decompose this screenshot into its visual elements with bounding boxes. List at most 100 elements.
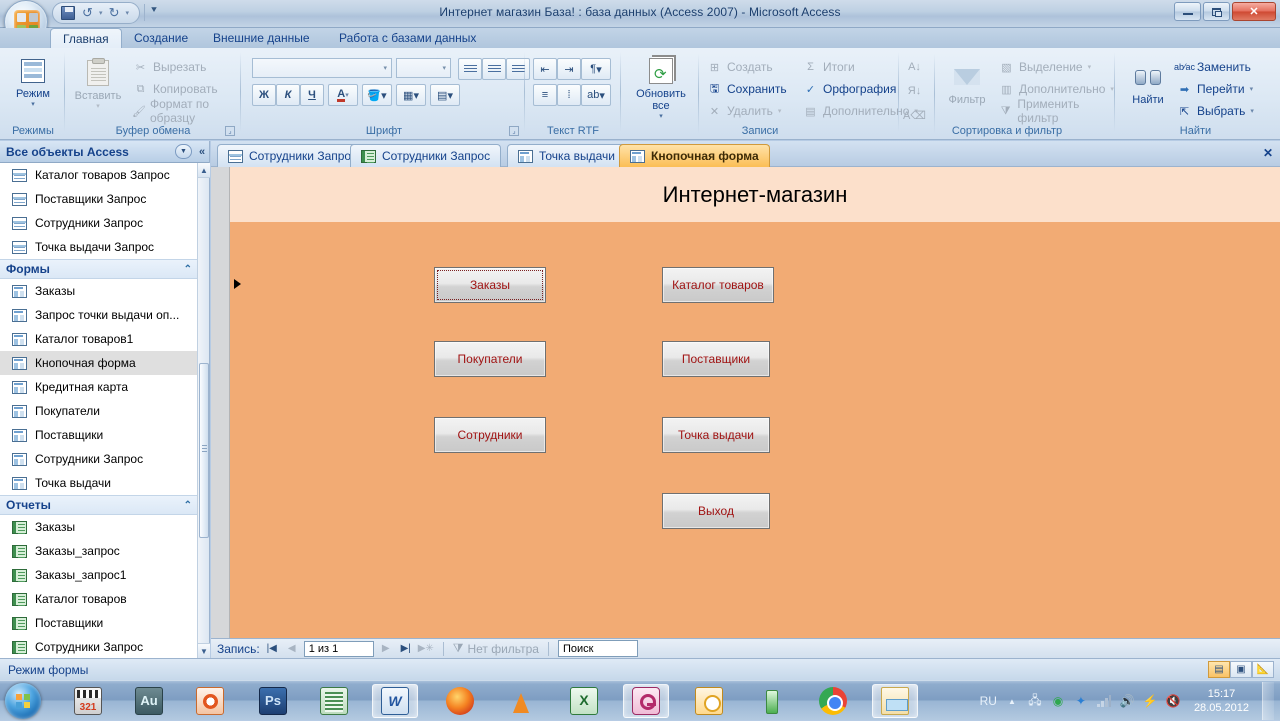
utorrent-icon[interactable]: ◉	[1050, 693, 1066, 709]
button-zakazy[interactable]: Заказы	[434, 267, 546, 303]
filter-status[interactable]: ⧩ Нет фильтра	[453, 641, 539, 656]
font-dialog-launcher[interactable]: ⌟	[509, 126, 519, 136]
replace-button[interactable]: ab⁄ac Заменить	[1174, 56, 1254, 78]
nav-item-report-katalog-tovarov[interactable]: Каталог товаров	[0, 587, 198, 611]
select-button[interactable]: ⇱ Выбрать ▾	[1176, 100, 1254, 122]
taskbar-explorer[interactable]	[872, 684, 918, 718]
chevron-up-icon[interactable]: ⌃	[184, 264, 192, 275]
last-record-icon[interactable]: ▶|	[398, 643, 414, 654]
scrollbar-thumb[interactable]	[199, 363, 209, 538]
alternate-fill-button[interactable]: ▤ ▾	[430, 84, 460, 106]
totals-button[interactable]: Σ Итоги	[802, 56, 918, 78]
customize-toolbar-icon[interactable]: ⯆	[150, 5, 158, 16]
nav-group-forms[interactable]: Формы ⌃	[0, 259, 198, 279]
taskbar-photoshop[interactable]	[250, 684, 296, 718]
record-selector-column[interactable]	[211, 167, 230, 638]
sort-descending-button[interactable]: Я↓	[906, 79, 923, 103]
doc-tab-tochka-vydachi[interactable]: Точка выдачи	[507, 144, 626, 167]
toggle-filter-button[interactable]: ⧩ Применить фильтр	[998, 97, 1114, 125]
nav-item-report-postavshiki[interactable]: Поставщики	[0, 611, 198, 635]
refresh-dropdown-icon[interactable]: ▾	[659, 112, 663, 120]
tab-vneshnie-dannye[interactable]: Внешние данные	[201, 28, 322, 48]
clock[interactable]: 15:17 28.05.2012	[1188, 687, 1255, 715]
font-color-button[interactable]: A ▾	[328, 84, 358, 106]
record-number-input[interactable]: 1 из 1	[303, 640, 374, 657]
restore-button[interactable]	[1203, 2, 1230, 21]
design-view-button[interactable]: 📐	[1252, 661, 1274, 678]
find-button[interactable]: Найти	[1124, 60, 1172, 106]
view-mode-button[interactable]: Режим ▾	[5, 54, 61, 108]
nav-item-report-sotrudniki-zapros[interactable]: Сотрудники Запрос	[0, 635, 198, 658]
taskbar-firefox[interactable]	[437, 684, 483, 718]
nav-item-query[interactable]: Каталог товаров Запрос	[0, 163, 198, 187]
align-center-button[interactable]	[482, 58, 506, 80]
chevron-down-icon[interactable]: ▾	[31, 100, 35, 108]
close-button[interactable]: ✕	[1232, 2, 1276, 21]
taskbar-adobe-audition[interactable]	[126, 684, 172, 718]
nav-item-form-zapros-tochki[interactable]: Запрос точки выдачи оп...	[0, 303, 198, 327]
new-record-button[interactable]: ⊞ Создать	[706, 56, 787, 78]
next-record-icon[interactable]: ▶	[378, 643, 394, 654]
taskbar-qip[interactable]	[748, 684, 794, 718]
double-chevron-left-icon[interactable]: «	[195, 146, 209, 158]
taskbar-powerpoint[interactable]	[187, 684, 233, 718]
redo-icon[interactable]: ↻	[106, 5, 123, 22]
bulleted-list-button[interactable]: ⁞	[557, 84, 581, 106]
clear-sort-button[interactable]: А⌫	[903, 103, 926, 127]
tab-raboty-s-bazami[interactable]: Работа с базами данных	[327, 28, 488, 48]
taskbar-publisher[interactable]	[311, 684, 357, 718]
nav-item-report-zakazy-zapros[interactable]: Заказы_запрос	[0, 539, 198, 563]
minimize-button[interactable]	[1174, 2, 1201, 21]
button-vyhod[interactable]: Выход	[662, 493, 770, 529]
decrease-indent-button[interactable]: ⇤	[533, 58, 557, 80]
italic-button[interactable]: К	[276, 84, 300, 106]
undo-dropdown-icon[interactable]: ▾	[99, 9, 103, 17]
network-signal-icon[interactable]	[1096, 693, 1112, 709]
save-icon[interactable]	[59, 5, 76, 22]
taskbar-vlc[interactable]	[498, 684, 544, 718]
chevron-down-icon[interactable]: ▼	[175, 144, 192, 159]
doc-tab-sotrudniki-zapros-query[interactable]: Сотрудники Запрос	[217, 144, 369, 167]
show-desktop-button[interactable]	[1262, 682, 1274, 720]
button-postavshiki[interactable]: Поставщики	[662, 341, 770, 377]
doc-tab-sotrudniki-zapros-report[interactable]: Сотрудники Запрос	[350, 144, 502, 167]
form-view-button[interactable]: ▤	[1208, 661, 1230, 678]
close-document-icon[interactable]: ✕	[1263, 146, 1273, 160]
undo-icon[interactable]: ↺	[79, 5, 96, 22]
search-input[interactable]: Поиск	[557, 640, 638, 657]
align-right-button[interactable]	[506, 58, 530, 80]
fill-color-button[interactable]: 🪣 ▾	[362, 84, 392, 106]
numbered-list-button[interactable]: ≡	[533, 84, 557, 106]
text-highlight-button[interactable]: ab ▾	[581, 84, 611, 106]
bluetooth-icon[interactable]: ✦	[1073, 693, 1089, 709]
underline-button[interactable]: Ч	[300, 84, 324, 106]
increase-indent-button[interactable]: ⇥	[557, 58, 581, 80]
spelling-button[interactable]: ✓ Орфография	[802, 78, 918, 100]
bold-button[interactable]: Ж	[252, 84, 276, 106]
taskbar-access[interactable]	[623, 684, 669, 718]
first-record-icon[interactable]: |◀	[264, 643, 280, 654]
scroll-down-icon[interactable]: ▼	[198, 643, 210, 658]
taskbar-outlook[interactable]	[686, 684, 732, 718]
layout-view-button[interactable]: ▣	[1230, 661, 1252, 678]
gridlines-button[interactable]: ▦ ▾	[396, 84, 426, 106]
nav-item-report-zakazy[interactable]: Заказы	[0, 515, 198, 539]
format-painter-button[interactable]: 🖌 Формат по образцу	[132, 97, 238, 125]
doc-tab-knopochnaya-forma[interactable]: Кнопочная форма	[619, 144, 770, 167]
start-orb-icon[interactable]	[5, 683, 41, 719]
nav-item-form-pokupateli[interactable]: Покупатели	[0, 399, 198, 423]
font-name-combo[interactable]: ▾	[252, 58, 392, 78]
nav-item-form-sotrudniki-zapros[interactable]: Сотрудники Запрос	[0, 447, 198, 471]
paste-dropdown-icon[interactable]: ▾	[96, 102, 100, 110]
button-tochka-vydachi[interactable]: Точка выдачи	[662, 417, 770, 453]
taskbar-excel[interactable]	[561, 684, 607, 718]
mute-icon[interactable]: 🔇	[1165, 693, 1181, 709]
cut-button[interactable]: ✂ Вырезать	[132, 56, 238, 78]
delete-record-button[interactable]: ✕ Удалить ▾	[706, 100, 787, 122]
sort-ascending-button[interactable]: А↓	[906, 55, 923, 79]
nav-group-reports[interactable]: Отчеты ⌃	[0, 495, 198, 515]
volume-icon[interactable]: 🔊	[1119, 693, 1135, 709]
button-sotrudniki[interactable]: Сотрудники	[434, 417, 546, 453]
nav-item-query[interactable]: Поставщики Запрос	[0, 187, 198, 211]
chevron-up-icon[interactable]: ⌃	[184, 500, 192, 511]
